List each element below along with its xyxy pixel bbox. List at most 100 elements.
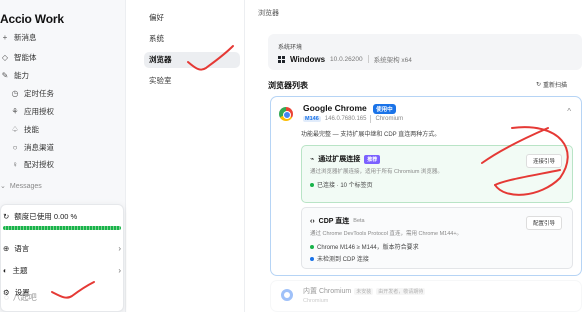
menu-item-theme[interactable]: ◐ 主题 › xyxy=(3,263,121,277)
settings-nav: 偏好 系统 浏览器 实验室 xyxy=(127,0,245,312)
cdp-title-text: CDP 直连 xyxy=(318,218,350,225)
chrome-browser-card[interactable]: Google Chrome 使用中 M146 146.0.7680.165 Ch… xyxy=(270,96,582,276)
extension-title: ⌁ 通过扩展连接 推荐 xyxy=(310,154,381,164)
sidebar-item-label: 消息渠道 xyxy=(24,142,54,152)
config-guide-button[interactable]: 配置引导 xyxy=(525,216,562,230)
chevron-right-icon: › xyxy=(118,265,121,275)
channel-icon: ○ xyxy=(12,142,18,152)
user-icon: ♀ xyxy=(12,159,18,169)
sidebar-item-channels[interactable]: ○ 消息渠道 xyxy=(10,141,54,153)
cdp-title: ‹› CDP 直连 Beta xyxy=(310,216,365,226)
refresh-icon: ↻ xyxy=(3,212,10,221)
extension-connection-box: ⌁ 通过扩展连接 推荐 通过浏览器扩展连接，适用于所有 Chromium 浏览器… xyxy=(301,145,573,203)
messages-section-toggle[interactable]: ⌄ Messages xyxy=(0,182,42,191)
divider xyxy=(367,55,369,63)
section-label: Messages xyxy=(9,182,42,190)
extension-description: 通过浏览器扩展连接，适用于所有 Chromium 浏览器。 xyxy=(310,169,443,175)
builtin-sub: Chromium xyxy=(303,298,329,304)
quota-progress-bar xyxy=(3,226,121,230)
chevron-up-icon[interactable]: ^ xyxy=(567,107,571,116)
sidebar-item-scheduled-tasks[interactable]: ◷ 定时任务 xyxy=(10,87,55,99)
globe-icon: ⊕ xyxy=(3,243,10,253)
builtin-name: 内置 Chromium xyxy=(303,288,352,295)
system-env-row: Windows 10.0.26200 系统架构 x64 xyxy=(278,54,412,64)
settings-nav-lab[interactable]: 实验室 xyxy=(149,73,172,89)
quota-text: 额度已使用 0.00 % xyxy=(14,212,78,221)
theme-icon: ◐ xyxy=(3,265,8,275)
chevron-right-icon: › xyxy=(118,243,121,253)
builtin-tag: 未安装 xyxy=(354,287,374,295)
browser-version: 146.0.7680.165 xyxy=(324,116,367,122)
system-env-card: 系统环境 Windows 10.0.26200 系统架构 x64 xyxy=(268,34,582,70)
menu-item-label: 主题 xyxy=(12,265,28,275)
recommended-badge: 推荐 xyxy=(364,154,381,164)
os-version: 10.0.26200 xyxy=(330,55,363,63)
user-profile[interactable]: ◌ 八起吧 xyxy=(4,292,37,303)
in-use-badge: 使用中 xyxy=(373,103,396,114)
extension-title-text: 通过扩展连接 xyxy=(318,156,361,163)
app-auth-icon: ⚘ xyxy=(11,106,19,116)
cdp-version-check: Chrome M146 ≥ M144，版本符合要求 xyxy=(310,242,419,251)
sidebar-item-label: 配对授权 xyxy=(24,159,54,169)
cdp-status-text: 未检测到 CDP 连接 xyxy=(317,257,369,263)
status-dot-icon xyxy=(310,182,314,187)
sidebar-item-label: 能力 xyxy=(14,70,29,80)
rescan-button[interactable]: ↻ 重新扫描 xyxy=(536,80,567,89)
cdp-description: 通过 Chrome DevTools Protocol 直连，需用 Chrome… xyxy=(310,231,463,237)
menu-item-label: 语言 xyxy=(14,243,30,253)
quota-progress-fill xyxy=(3,226,121,230)
avatar: ◌ xyxy=(4,293,9,302)
connection-guide-button[interactable]: 连接引导 xyxy=(525,154,562,168)
sidebar-item-label: 定时任务 xyxy=(24,88,54,98)
agent-icon: ◇ xyxy=(1,52,9,62)
chevron-down-icon: ⌄ xyxy=(0,183,6,190)
os-arch: 系统架构 x64 xyxy=(373,57,412,64)
builtin-chromium-card[interactable]: 内置 Chromium 未安装 由开发者，敬请期待 Chromium xyxy=(270,280,582,312)
user-name: 八起吧 xyxy=(12,293,37,302)
sidebar-item-label: 新消息 xyxy=(14,32,37,42)
plus-icon: + xyxy=(2,32,8,42)
tool-icon: ✎ xyxy=(1,70,9,80)
browser-vendor: Chromium xyxy=(375,116,404,122)
browser-name: Google Chrome 使用中 xyxy=(303,103,396,114)
sidebar-item-label: 技能 xyxy=(24,124,39,134)
page-title: 浏览器 xyxy=(258,10,279,17)
settings-nav-preferences[interactable]: 偏好 xyxy=(149,10,164,26)
sidebar-item-capabilities[interactable]: ✎ 能力 xyxy=(0,69,29,81)
cdp-connection-status: 未检测到 CDP 连接 xyxy=(310,254,369,263)
settings-nav-browser[interactable]: 浏览器 xyxy=(144,52,240,68)
system-env-label: 系统环境 xyxy=(278,45,303,51)
sidebar-item-label: 智能体 xyxy=(14,52,37,62)
sidebar-item-agents[interactable]: ◇ 智能体 xyxy=(0,51,37,63)
extension-status-text: 已连接 · 10 个标签页 xyxy=(317,183,373,189)
os-name: Windows xyxy=(290,54,326,64)
plug-icon: ⌁ xyxy=(310,156,315,163)
browser-description: 功能最完整 — 支持扩展中继和 CDP 直连两种方式。 xyxy=(301,132,441,138)
browser-name-text: Google Chrome xyxy=(303,103,367,113)
cdp-version-text: Chrome M146 ≥ M144，版本符合要求 xyxy=(317,245,419,251)
sidebar-item-app-auth[interactable]: ⚘ 应用授权 xyxy=(10,105,54,117)
sidebar-item-new-message[interactable]: + 新消息 xyxy=(0,31,37,43)
beta-badge: Beta xyxy=(353,218,365,224)
code-icon: ‹› xyxy=(310,217,315,225)
sidebar-item-label: 应用授权 xyxy=(24,106,54,116)
chromium-logo-icon xyxy=(281,289,293,301)
skill-icon: ♤ xyxy=(11,124,19,134)
divider xyxy=(370,115,372,123)
version-badge: M146 xyxy=(303,116,321,122)
chrome-logo-icon xyxy=(279,107,293,121)
sidebar-item-pairing[interactable]: ♀ 配对授权 xyxy=(10,158,54,170)
extension-status: 已连接 · 10 个标签页 xyxy=(310,180,373,189)
clock-icon: ◷ xyxy=(11,88,19,98)
rescan-label: 重新扫描 xyxy=(543,83,568,89)
builtin-tag: 由开发者，敬请期待 xyxy=(376,287,426,295)
menu-item-language[interactable]: ⊕ 语言 › xyxy=(3,241,121,255)
browser-list-title: 浏览器列表 xyxy=(268,81,308,90)
brand-title: Accio Work xyxy=(0,12,64,26)
sidebar-item-skills[interactable]: ♤ 技能 xyxy=(10,123,39,135)
main-panel: 浏览器 系统环境 Windows 10.0.26200 系统架构 x64 浏览器… xyxy=(246,0,582,312)
settings-nav-system[interactable]: 系统 xyxy=(149,31,164,47)
quota-row: ↻ 额度已使用 0.00 % xyxy=(3,211,77,222)
browser-meta: M146 146.0.7680.165 Chromium xyxy=(303,115,403,123)
status-dot-icon xyxy=(310,244,314,249)
